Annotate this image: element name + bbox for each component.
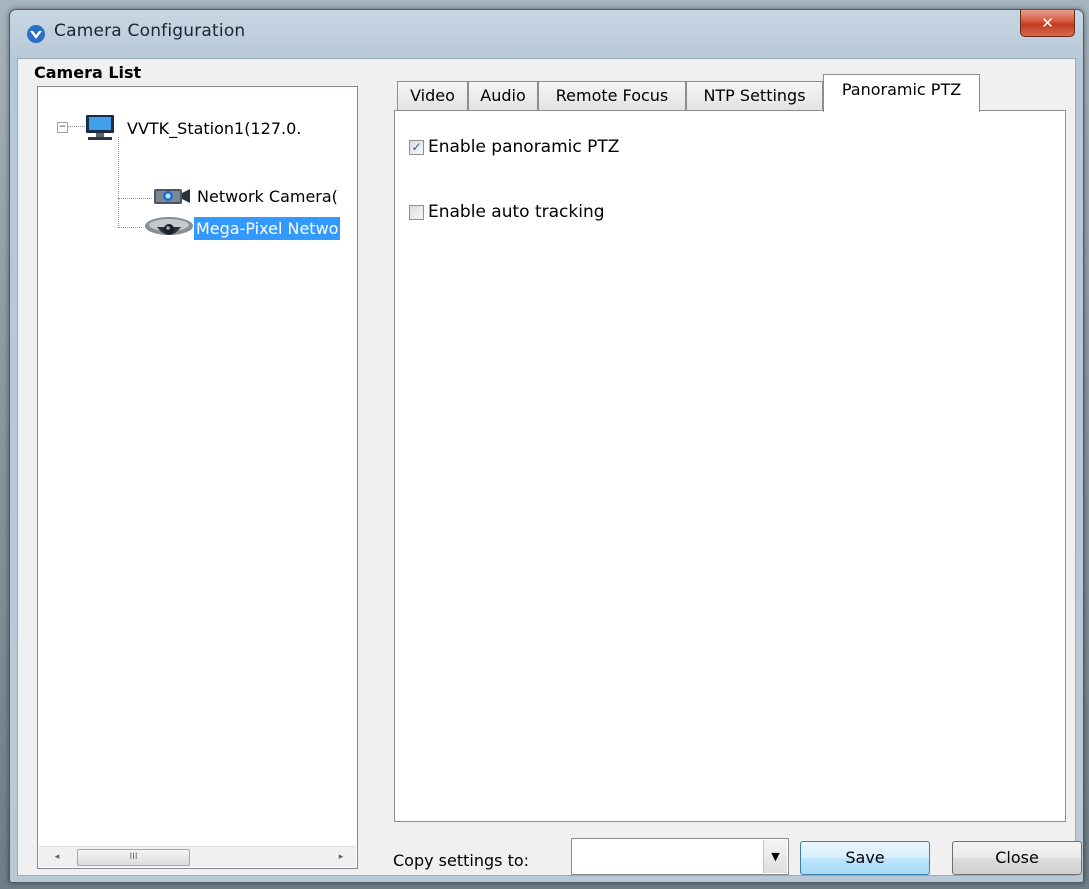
copy-settings-dropdown[interactable]: ▼ <box>571 838 789 875</box>
tab-audio[interactable]: Audio <box>468 81 538 110</box>
computer-icon <box>86 115 114 140</box>
tree-item-mega-pixel-camera[interactable]: Mega-Pixel Netwo <box>144 213 341 243</box>
tab-video[interactable]: Video <box>397 81 468 110</box>
copy-settings-label: Copy settings to: <box>393 851 530 870</box>
dropdown-arrow-icon[interactable]: ▼ <box>763 840 787 873</box>
enable-auto-tracking-label: Enable auto tracking <box>428 202 605 222</box>
scroll-left-arrow-icon[interactable]: ◂ <box>51 851 63 863</box>
dialog-body: Camera List − VVTK_Station1(127.0. Netwo… <box>17 58 1082 876</box>
enable-panoramic-ptz-option[interactable]: ✓ Enable panoramic PTZ <box>409 137 619 157</box>
tab-panoramic-ptz[interactable]: Panoramic PTZ <box>823 74 980 112</box>
tree-connector <box>118 227 142 228</box>
scroll-right-arrow-icon[interactable]: ▸ <box>335 851 347 863</box>
tree-item-label: Network Camera( <box>197 186 338 206</box>
box-camera-icon <box>154 189 190 204</box>
enable-auto-tracking-option[interactable]: Enable auto tracking <box>409 202 605 222</box>
close-icon: ✕ <box>1041 14 1054 32</box>
camera-tree[interactable]: − VVTK_Station1(127.0. Network Camera(M… <box>37 86 358 869</box>
close-button[interactable]: Close <box>952 841 1082 875</box>
tree-collapse-toggle[interactable]: − <box>57 122 68 133</box>
tree-item-label-selected: Mega-Pixel Netwo <box>194 216 341 240</box>
tab-remote-focus[interactable]: Remote Focus <box>538 81 686 110</box>
save-button[interactable]: Save <box>800 841 930 875</box>
camera-list-heading: Camera List <box>34 63 142 82</box>
app-logo-icon <box>27 25 45 43</box>
enable-panoramic-ptz-checkbox[interactable]: ✓ <box>409 139 424 155</box>
title-bar[interactable]: Camera Configuration ✕ <box>10 10 1083 58</box>
tree-connector <box>118 137 119 228</box>
enable-auto-tracking-checkbox[interactable] <box>409 204 424 220</box>
window-title: Camera Configuration <box>54 21 246 41</box>
scroll-thumb[interactable]: III <box>77 849 190 866</box>
dome-camera-icon <box>145 217 193 235</box>
tab-ntp-settings[interactable]: NTP Settings <box>686 81 823 110</box>
tree-connector <box>118 198 152 199</box>
tree-item-network-camera[interactable]: Network Camera( <box>153 185 338 207</box>
tree-item-station[interactable]: VVTK_Station1(127.0. <box>84 114 301 142</box>
camera-configuration-window: Camera Configuration ✕ Camera List − VVT… <box>9 9 1084 883</box>
tree-item-label: VVTK_Station1(127.0. <box>127 118 302 138</box>
window-close-button[interactable]: ✕ <box>1020 10 1075 37</box>
tree-horizontal-scrollbar[interactable]: ◂ III ▸ <box>39 846 356 867</box>
enable-panoramic-ptz-label: Enable panoramic PTZ <box>428 137 620 157</box>
panoramic-ptz-panel: ✓ Enable panoramic PTZ Enable auto track… <box>394 110 1066 822</box>
tree-connector <box>68 126 85 127</box>
